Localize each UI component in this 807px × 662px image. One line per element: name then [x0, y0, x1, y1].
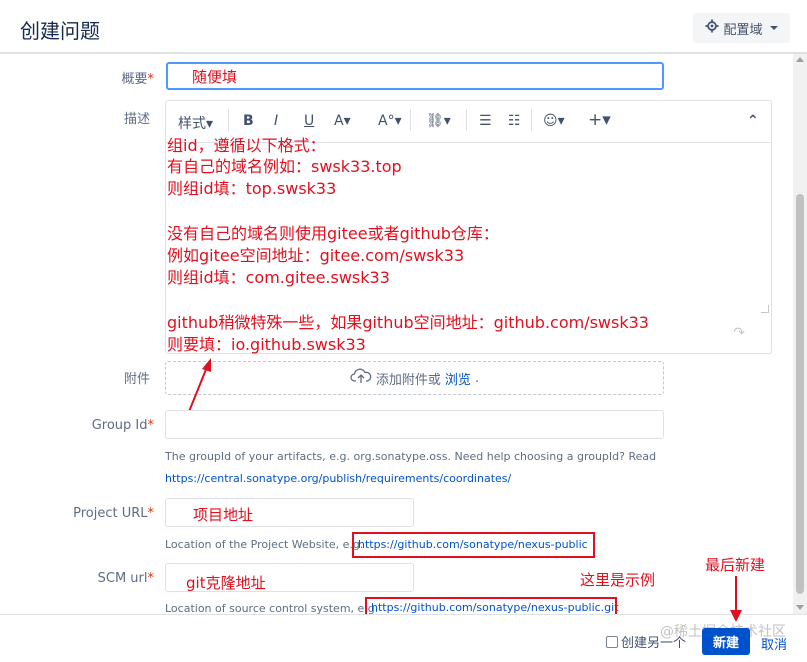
attachment-dropzone[interactable]: 添加附件或 浏览.: [165, 361, 664, 395]
dialog-header: 创建问题 配置域: [0, 0, 807, 54]
annotation-line: 有自己的域名例如：swsk33.top: [167, 157, 402, 176]
toolbar-divider: [531, 109, 532, 131]
annotation-line: 则组id填：top.swsk33: [167, 179, 337, 198]
scroll-up-icon[interactable]: [796, 57, 804, 62]
description-label: 描述: [123, 112, 150, 127]
annotation-line: 则要填：io.github.swsk33: [167, 335, 366, 354]
scm-url-label: SCM url*: [97, 571, 154, 586]
gear-icon: [705, 19, 720, 37]
create-another-checkbox[interactable]: 创建另一个: [606, 632, 686, 651]
final-note: 最后新建: [705, 556, 766, 574]
group-id-input[interactable]: [165, 410, 664, 439]
italic-button[interactable]: I: [274, 113, 278, 129]
collapse-toolbar-icon[interactable]: ⌃: [747, 113, 759, 129]
scroll-down-icon[interactable]: [796, 605, 804, 610]
configure-fields-button[interactable]: 配置域: [693, 13, 790, 43]
annotation-arrow: [730, 576, 742, 622]
example-note: 这里是示例: [580, 571, 656, 589]
group-id-help-link[interactable]: https://central.sonatype.org/publish/req…: [165, 472, 511, 485]
underline-button[interactable]: U: [304, 113, 314, 129]
checkbox[interactable]: [606, 635, 618, 648]
group-id-label: Group Id*: [91, 418, 154, 433]
editor-resize-handle[interactable]: [761, 305, 769, 313]
create-another-label: 创建另一个: [621, 636, 687, 651]
annotation-line: 组id，遵循以下格式：: [167, 136, 326, 155]
project-url-label: Project URL*: [73, 506, 154, 521]
annotation-line: 例如gitee空间地址：gitee.com/swsk33: [167, 246, 465, 265]
dialog-title: 创建问题: [20, 19, 100, 43]
summary-label: 概要*: [121, 72, 154, 87]
annotation-highlight-box: [352, 532, 595, 558]
attachment-label: 附件: [123, 372, 150, 387]
project-url-value: 项目地址: [193, 506, 254, 524]
attachment-text: 添加附件或: [375, 372, 441, 388]
configure-fields-label: 配置域: [723, 22, 763, 38]
annotation-line: github稍微特殊一些，如果github空间地址：github.com/sws…: [167, 313, 649, 332]
chevron-down-icon: [769, 26, 778, 30]
cancel-link[interactable]: 取消: [761, 634, 787, 653]
browse-link[interactable]: 浏览: [445, 369, 471, 388]
redo-icon[interactable]: ↷: [733, 324, 745, 341]
summary-value: 随便填: [192, 68, 238, 86]
scm-url-value: git克隆地址: [186, 574, 266, 592]
group-id-help-text: The groupId of your artifacts, e.g. org.…: [165, 450, 657, 463]
toolbar-divider: [466, 109, 467, 131]
numbered-list-icon[interactable]: ☷: [508, 113, 521, 129]
link-icon[interactable]: ⛓▾: [426, 113, 451, 129]
emoji-icon[interactable]: ☺▾: [543, 113, 565, 129]
scrollbar-thumb[interactable]: [796, 194, 804, 594]
toolbar-divider: [410, 109, 411, 131]
scrollbar[interactable]: [793, 54, 807, 614]
insert-icon[interactable]: +▾: [588, 110, 611, 130]
bullet-list-icon[interactable]: ☰: [479, 113, 492, 129]
text-color-button[interactable]: A▾: [334, 113, 351, 129]
more-format-button[interactable]: A°▾: [378, 113, 402, 129]
annotation-line: 没有自己的域名则使用gitee或者github仓库：: [167, 224, 499, 243]
annotation-line: 则组id填：com.gitee.swsk33: [167, 268, 390, 287]
toolbar-divider: [228, 109, 229, 131]
bold-button[interactable]: B: [243, 113, 254, 129]
project-url-help-text: Location of the Project Website, e.g.: [165, 538, 364, 551]
style-dropdown[interactable]: 样式▾: [178, 113, 213, 133]
summary-input[interactable]: [166, 62, 664, 90]
create-button[interactable]: 新建: [702, 628, 750, 655]
upload-cloud-icon: [350, 368, 372, 388]
